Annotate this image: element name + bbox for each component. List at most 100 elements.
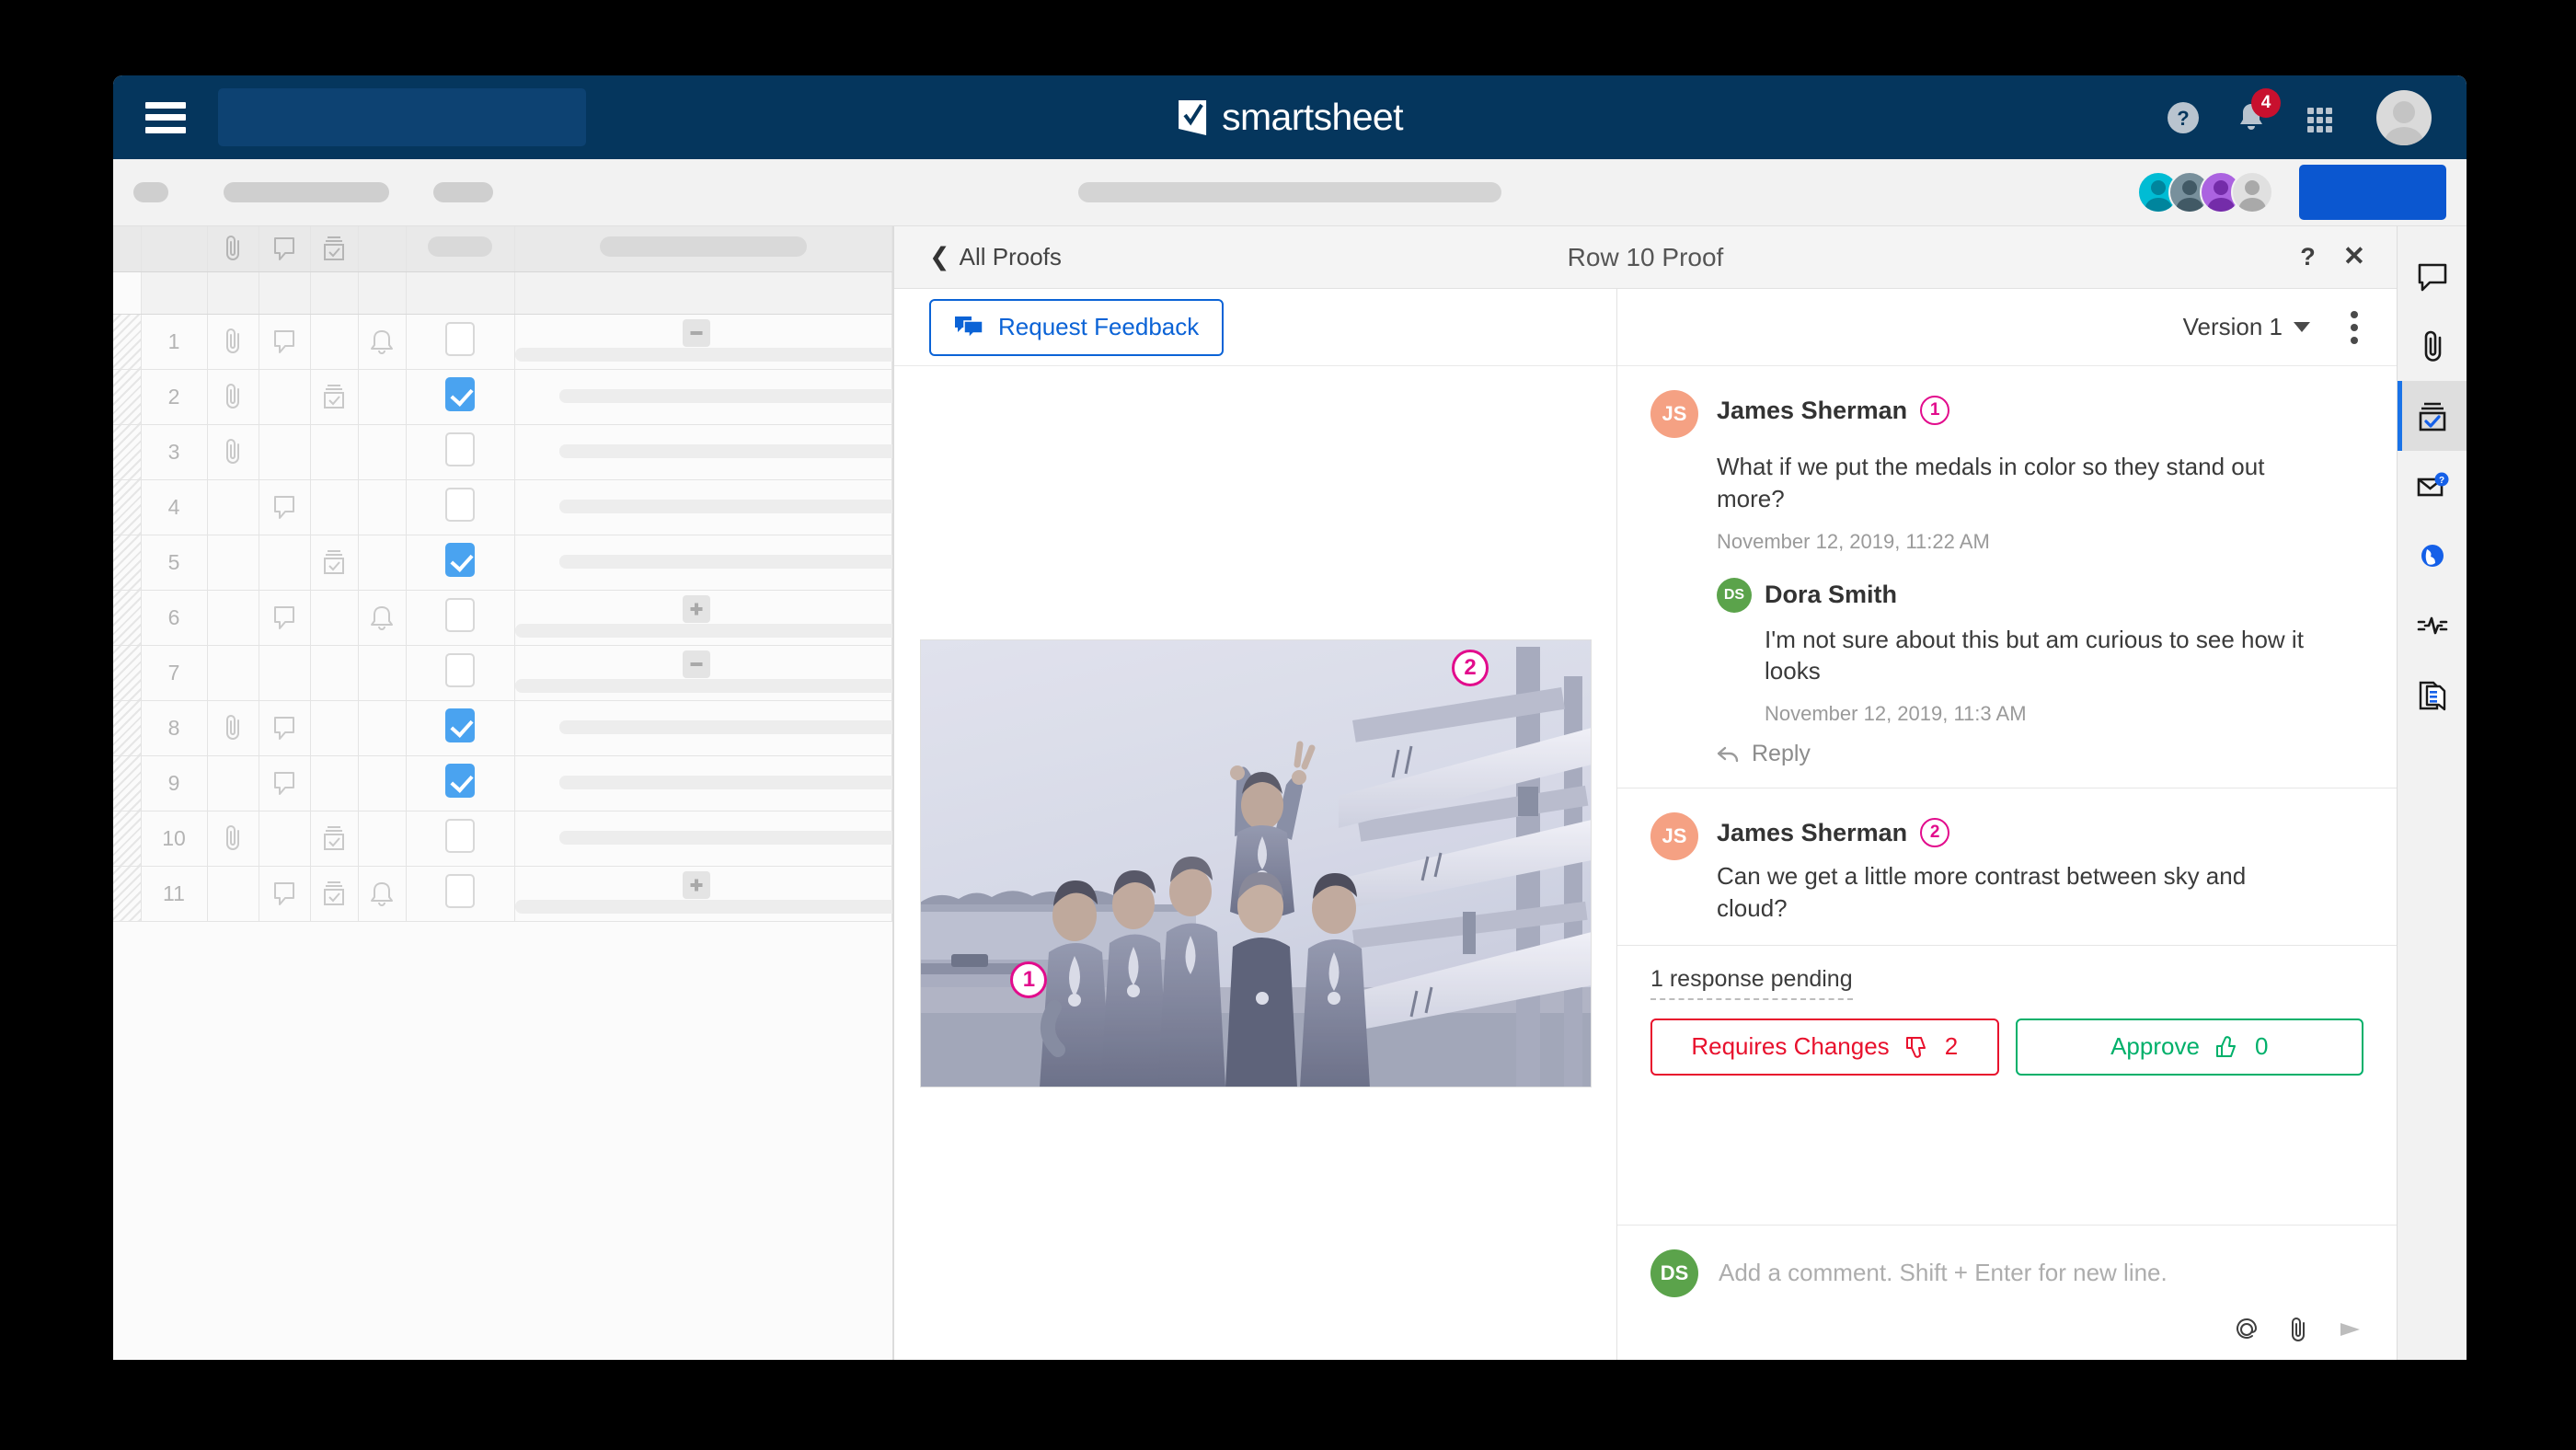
all-proofs-back-link[interactable]: ❮ All Proofs [929,243,1062,271]
table-row[interactable]: 8 [113,700,892,756]
row-checkbox-cell[interactable] [406,811,515,867]
row-reminder-cell[interactable] [358,479,407,535]
row-reminder-cell[interactable] [358,369,407,425]
row-checkbox-cell[interactable] [406,535,515,591]
row-checkbox[interactable] [445,598,475,632]
sheet-grid[interactable]: 1 2 3 4 5 6 7 8 9 10 11 [113,226,893,1360]
checkbox-column-header[interactable] [406,226,515,272]
row-attachment-cell[interactable] [207,755,259,811]
paperclip-icon[interactable] [219,823,247,854]
send-arrow-icon[interactable] [2336,1316,2363,1343]
row-attachment-cell[interactable] [207,590,259,646]
comment-input[interactable]: Add a comment. Shift + Enter for new lin… [1719,1259,2168,1287]
at-mention-icon[interactable] [2233,1316,2260,1343]
rail-item-publish[interactable] [2398,521,2467,591]
row-proof-cell[interactable] [310,645,359,701]
rail-item-attachments[interactable] [2398,311,2467,381]
row-reminder-cell[interactable] [358,424,407,480]
row-checkbox-cell[interactable] [406,479,515,535]
row-proof-cell[interactable] [310,866,359,922]
row-attachment-cell[interactable] [207,645,259,701]
table-row[interactable]: 7 [113,645,892,701]
row-proof-cell[interactable] [310,535,359,591]
proof-stack-icon[interactable] [320,823,348,854]
row-comment-cell[interactable] [259,535,311,591]
row-expand-toggle[interactable] [683,595,711,623]
rail-item-update-requests[interactable]: ? [2398,451,2467,521]
row-taskname-cell[interactable] [514,314,892,370]
comment-bubble-icon[interactable] [270,878,298,909]
row-proof-cell[interactable] [310,700,359,756]
kebab-menu-icon[interactable] [2345,305,2363,350]
row-expand-toggle[interactable] [683,871,711,899]
table-row[interactable]: 2 [113,369,892,425]
viewer-stage[interactable]: 12 [894,366,1616,1360]
request-feedback-button[interactable]: Request Feedback [929,298,1225,356]
proof-stack-icon[interactable] [320,381,348,412]
table-row[interactable]: 5 [113,535,892,591]
comment-bubble-icon[interactable] [270,326,298,357]
annotation-marker[interactable]: 1 [1010,961,1048,998]
table-row[interactable]: 3 [113,424,892,480]
row-taskname-cell[interactable] [514,645,892,701]
row-proof-cell[interactable] [310,811,359,867]
approve-button[interactable]: Approve 0 [2015,1018,2363,1076]
row-taskname-cell[interactable] [514,535,892,591]
row-checkbox[interactable] [445,322,475,356]
row-checkbox-cell[interactable] [406,424,515,480]
rail-item-summary[interactable] [2398,661,2467,731]
comment-column-header[interactable] [259,226,311,272]
row-checkbox[interactable] [445,764,475,798]
row-comment-cell[interactable] [259,645,311,701]
requires-changes-button[interactable]: Requires Changes 2 [1650,1018,1999,1076]
proof-stack-icon[interactable] [320,878,348,909]
reply-button[interactable]: Reply [1717,741,2363,767]
table-row[interactable]: 1 [113,314,892,370]
taskname-column-header[interactable] [514,226,892,272]
reminder-column-header[interactable] [358,226,407,272]
row-taskname-cell[interactable] [514,700,892,756]
row-comment-cell[interactable] [259,866,311,922]
row-proof-cell[interactable] [310,479,359,535]
table-row[interactable]: 10 [113,811,892,867]
row-comment-cell[interactable] [259,369,311,425]
row-checkbox[interactable] [445,488,475,522]
row-checkbox-cell[interactable] [406,314,515,370]
row-reminder-cell[interactable] [358,866,407,922]
row-collapse-toggle[interactable] [683,650,711,678]
proof-column-header[interactable] [310,226,359,272]
annotation-badge[interactable]: 2 [1920,818,1950,848]
question-mark-icon[interactable]: ? [2300,243,2316,271]
row-checkbox-cell[interactable] [406,755,515,811]
row-comment-cell[interactable] [259,314,311,370]
rail-item-conversations[interactable] [2398,241,2467,311]
row-checkbox[interactable] [445,819,475,853]
row-taskname-cell[interactable] [514,590,892,646]
rail-item-proofs[interactable] [2397,381,2467,451]
row-attachment-cell[interactable] [207,314,259,370]
row-reminder-cell[interactable] [358,811,407,867]
bell-icon[interactable]: 4 [2231,87,2281,138]
collaborator-avatars[interactable] [2137,171,2273,213]
comment-bubble-icon[interactable] [270,602,298,633]
attachment-column-header[interactable] [207,226,259,272]
row-checkbox[interactable] [445,653,475,687]
row-taskname-cell[interactable] [514,866,892,922]
bell-icon[interactable] [368,878,396,909]
row-attachment-cell[interactable] [207,700,259,756]
paperclip-icon[interactable] [219,381,247,412]
grid-apps-icon[interactable] [2299,98,2340,138]
row-checkbox[interactable] [445,432,475,466]
row-reminder-cell[interactable] [358,590,407,646]
row-attachment-cell[interactable] [207,479,259,535]
row-checkbox-cell[interactable] [406,866,515,922]
row-comment-cell[interactable] [259,424,311,480]
row-attachment-cell[interactable] [207,424,259,480]
search-input[interactable] [218,88,586,146]
row-attachment-cell[interactable] [207,811,259,867]
paperclip-icon[interactable] [219,326,247,357]
share-button[interactable] [2299,165,2446,220]
row-taskname-cell[interactable] [514,755,892,811]
row-attachment-cell[interactable] [207,535,259,591]
row-reminder-cell[interactable] [358,535,407,591]
